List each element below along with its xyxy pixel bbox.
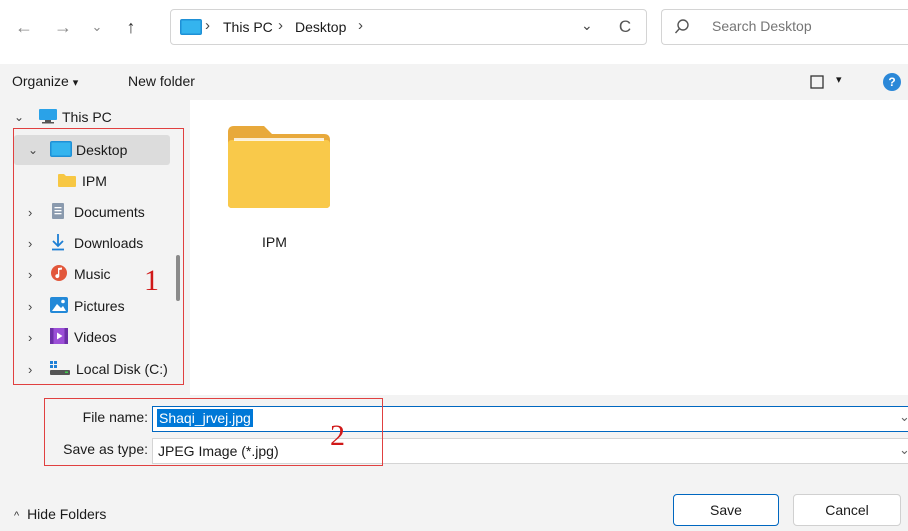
folder-icon (223, 124, 332, 213)
chevron-down-icon[interactable]: ⌄ (14, 110, 28, 124)
organize-menu-button[interactable]: Organize ▾ (12, 73, 78, 89)
tree-item-label: This PC (62, 109, 112, 125)
annotation-label-2: 2 (330, 419, 345, 452)
breadcrumb-separator: › (358, 17, 363, 34)
file-item-ipm[interactable] (222, 124, 332, 213)
search-input[interactable] (710, 17, 894, 35)
forward-button[interactable]: → (50, 14, 76, 40)
breadcrumb-desktop[interactable]: Desktop (295, 19, 346, 35)
chevron-down-icon[interactable]: ⌄ (899, 442, 908, 458)
help-icon[interactable]: ? (883, 73, 901, 91)
hide-folders-button[interactable]: ^ Hide Folders (14, 506, 106, 522)
new-folder-button[interactable]: New folder (128, 73, 195, 89)
file-item-label: IPM (262, 234, 287, 250)
chevron-up-icon: ^ (14, 510, 20, 522)
up-button[interactable]: ↑ (118, 14, 144, 40)
annotation-box-1 (13, 128, 184, 385)
search-box[interactable] (661, 9, 908, 45)
computer-icon (38, 108, 58, 127)
cancel-button[interactable]: Cancel (793, 494, 901, 526)
view-toggle-icon[interactable] (810, 75, 824, 92)
breadcrumb-separator: › (205, 17, 210, 34)
annotation-label-1: 1 (144, 264, 159, 297)
refresh-button[interactable]: C (612, 14, 638, 40)
save-button[interactable]: Save (673, 494, 779, 526)
view-options-button[interactable]: ▾ (836, 73, 842, 86)
chevron-down-icon[interactable]: ⌄ (899, 409, 908, 425)
breadcrumb-this-pc[interactable]: This PC (223, 19, 273, 35)
back-button[interactable]: ← (11, 14, 37, 40)
address-dropdown-button[interactable]: ⌄ (581, 17, 593, 34)
breadcrumb-separator: › (278, 17, 283, 34)
recent-locations-button[interactable]: ⌄ (84, 14, 110, 40)
address-bar[interactable]: › This PC › Desktop › ⌄ (170, 9, 647, 45)
hide-folders-label: Hide Folders (27, 506, 107, 522)
search-icon (674, 18, 690, 39)
desktop-icon (180, 19, 202, 38)
command-bar: Organize ▾ New folder ▾ ? (0, 64, 908, 100)
